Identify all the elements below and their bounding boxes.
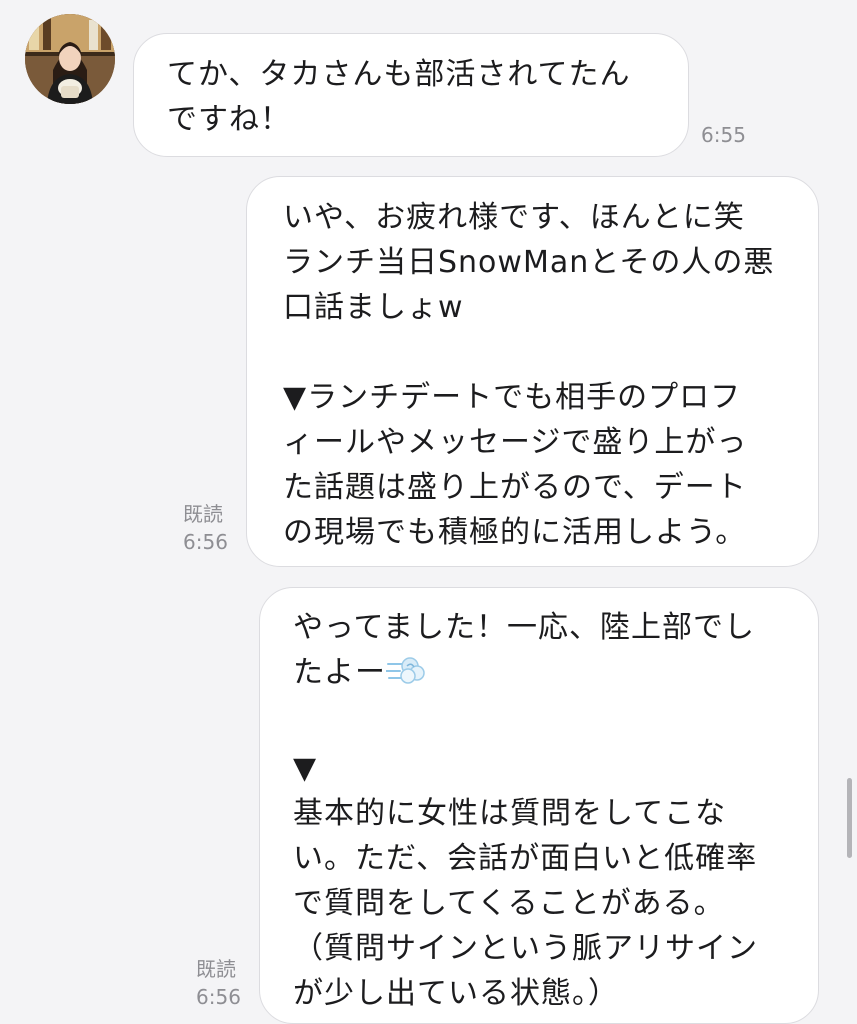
message-text: いや、お疲れ様です、ほんとに笑 ランチ当日SnowManとその人の悪 口話ましょ… [283,200,775,550]
outgoing-message-bubble[interactable]: やってました！一応、陸上部でし たよー ▼ 基本的に女性は質問をしてこな い。た… [259,587,819,1024]
read-receipt: 既読 [196,957,236,981]
message-timestamp: 6:55 [701,123,746,147]
chat-screen: てか、タカさんも部活されてたん ですね！ 6:55 いや、お疲れ様です、ほんとに… [0,0,857,1024]
avatar-photo [25,14,115,104]
message-text: てか、タカさんも部活されてたん ですね！ [167,57,631,137]
outgoing-message-bubble[interactable]: いや、お疲れ様です、ほんとに笑 ランチ当日SnowManとその人の悪 口話ましょ… [246,176,819,567]
message-meta: 既読 6:56 [196,955,241,1011]
message-timestamp: 6:56 [196,985,241,1009]
avatar[interactable] [25,14,115,104]
message-timestamp: 6:56 [183,530,228,554]
message-meta: 既読 6:56 [183,500,228,556]
dash-emoji-icon [385,654,426,701]
message-text: やってました！一応、陸上部でし たよー [293,610,755,690]
scrollbar[interactable] [847,778,852,858]
message-text: ▼ 基本的に女性は質問をしてこな い。ただ、会話が面白いと低確率 で質問をしてく… [293,751,758,1011]
read-receipt: 既読 [183,502,223,526]
incoming-message-bubble[interactable]: てか、タカさんも部活されてたん ですね！ [133,33,689,157]
